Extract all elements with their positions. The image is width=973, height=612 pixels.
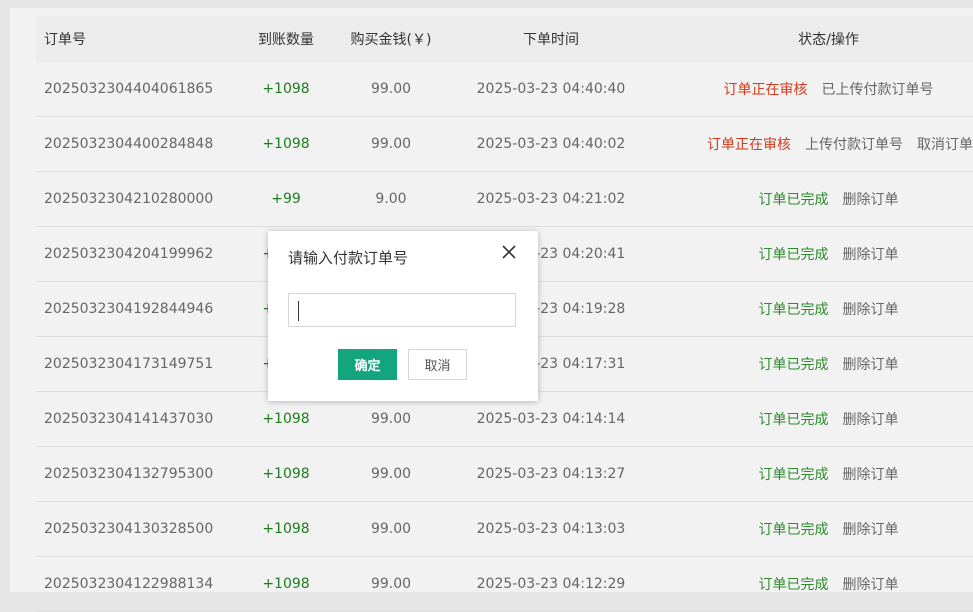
cancel-button[interactable]: 取消	[408, 349, 467, 380]
payment-order-input[interactable]	[288, 293, 516, 327]
payment-order-dialog: 请输入付款订单号 确定 取消	[268, 231, 538, 401]
close-icon[interactable]	[500, 243, 518, 261]
confirm-button[interactable]: 确定	[338, 349, 397, 380]
dialog-title: 请输入付款订单号	[288, 249, 409, 267]
text-caret	[298, 301, 299, 321]
